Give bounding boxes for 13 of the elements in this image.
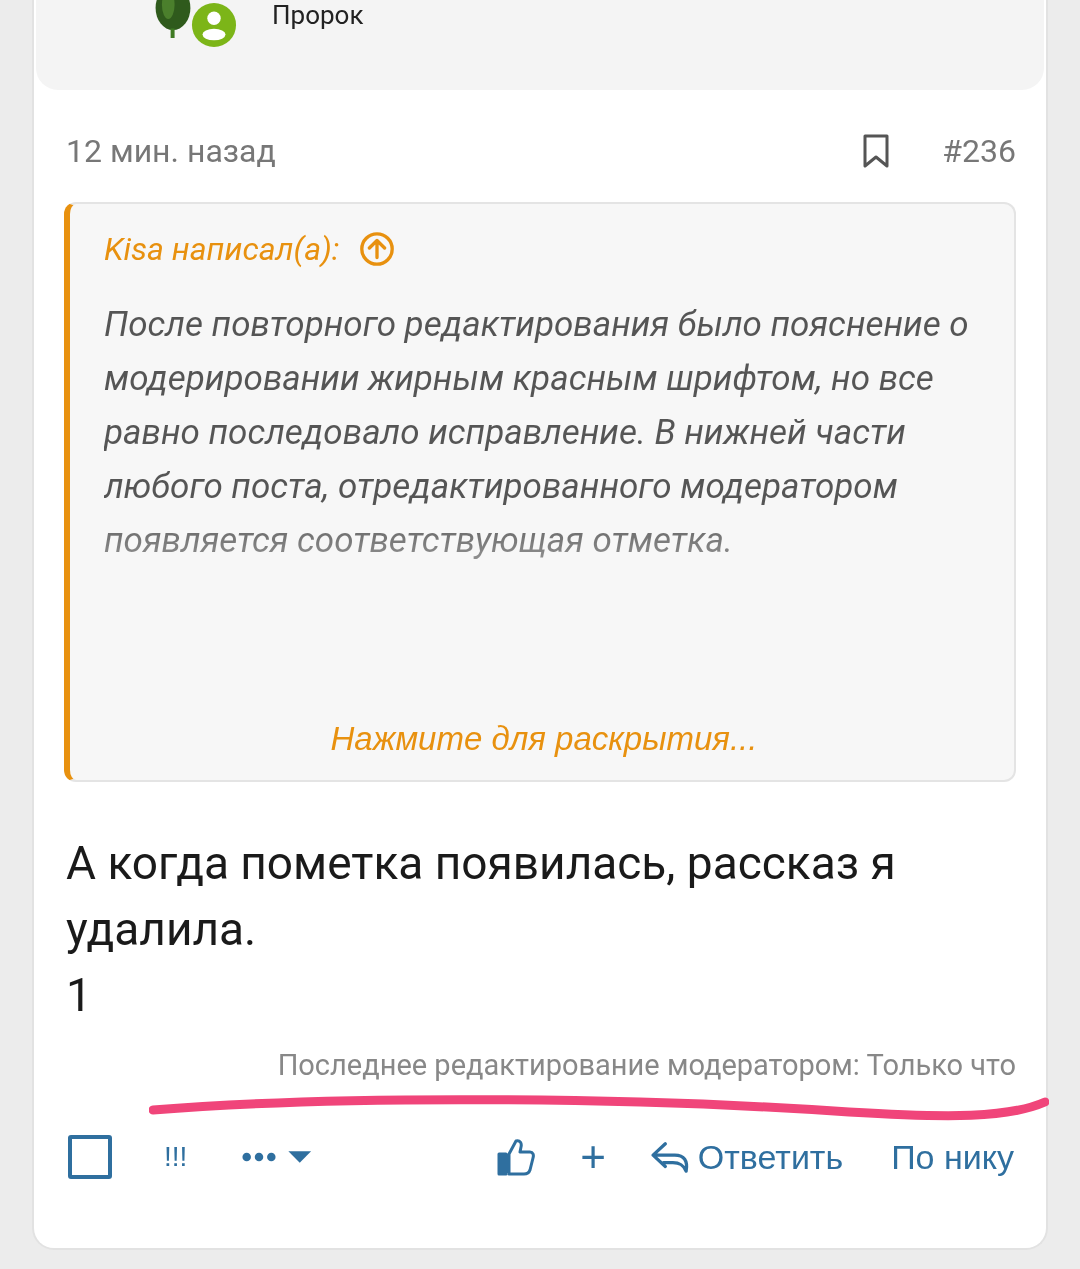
edit-note: Последнее редактирование модератором: Только что — [277, 1048, 1016, 1082]
post-time[interactable]: 12 мин. назад — [66, 132, 863, 170]
thumbs-up-icon[interactable] — [496, 1137, 537, 1177]
post-text: А когда пометка появилась, рассказ я удалила. — [66, 835, 897, 958]
username[interactable]: Пророк — [272, 0, 364, 30]
post-text: 1 — [66, 967, 93, 1024]
by-nickname-button[interactable]: По нику — [891, 1137, 1014, 1177]
bookmark-icon[interactable] — [862, 133, 891, 169]
report-button[interactable]: !!! — [164, 1141, 188, 1173]
post-number[interactable]: #236 — [942, 132, 1016, 170]
select-checkbox[interactable] — [68, 1135, 112, 1179]
add-button[interactable]: + — [580, 1132, 606, 1182]
reply-button[interactable]: Ответить — [649, 1137, 844, 1177]
